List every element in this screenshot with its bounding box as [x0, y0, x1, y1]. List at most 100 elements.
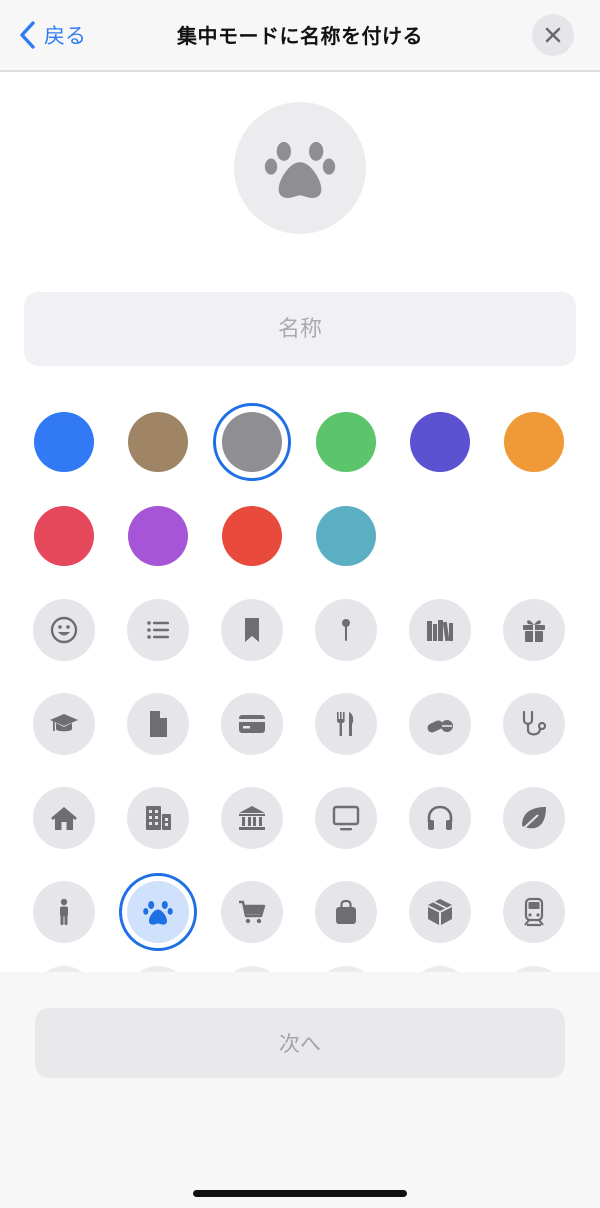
color-swatch-blue[interactable]	[17, 395, 111, 489]
icon-option-headphones[interactable]	[393, 771, 487, 865]
icon-option-stethoscope[interactable]	[487, 677, 581, 771]
icon-option-pills[interactable]	[393, 677, 487, 771]
leaf-icon	[522, 807, 546, 829]
graduation-cap-icon	[50, 714, 78, 732]
icon-background	[409, 693, 471, 755]
icon-option-pin[interactable]	[299, 583, 393, 677]
icon-option-person[interactable]	[17, 865, 111, 959]
icon-background	[315, 787, 377, 849]
document-icon	[150, 711, 167, 737]
icon-option-smiley[interactable]	[17, 583, 111, 677]
color-swatch-red[interactable]	[17, 489, 111, 583]
icon-picker	[17, 583, 583, 959]
icon-option-bag[interactable]	[299, 865, 393, 959]
color-dot	[34, 412, 94, 472]
icon-option-leaf[interactable]	[487, 771, 581, 865]
stethoscope-icon	[522, 710, 547, 736]
icon-option-document[interactable]	[111, 677, 205, 771]
color-dot	[222, 506, 282, 566]
monitor-icon	[332, 805, 360, 831]
books-icon	[427, 620, 453, 642]
icon-background	[33, 693, 95, 755]
person-icon	[60, 898, 68, 925]
icon-background	[503, 599, 565, 661]
color-dot	[410, 412, 470, 472]
icon-option-gift[interactable]	[487, 583, 581, 677]
icon-option-train[interactable]	[487, 865, 581, 959]
icon-option-cart[interactable]	[205, 865, 299, 959]
icon-background	[315, 881, 377, 943]
credit-card-icon	[239, 715, 265, 733]
color-swatch-teal[interactable]	[299, 489, 393, 583]
icon-background	[127, 787, 189, 849]
icon-option-building[interactable]	[111, 771, 205, 865]
icon-option-list[interactable]	[111, 583, 205, 677]
icon-background	[503, 881, 565, 943]
icon-background	[33, 787, 95, 849]
color-dot	[316, 506, 376, 566]
color-dot	[128, 506, 188, 566]
nav-header: 戻る 集中モードに名称を付ける	[0, 0, 600, 72]
paw-icon	[143, 901, 173, 925]
color-dot	[504, 412, 564, 472]
icon-background	[409, 787, 471, 849]
home-indicator	[193, 1190, 407, 1197]
bag-icon	[336, 899, 356, 924]
color-dot	[222, 412, 282, 472]
box-icon	[428, 899, 452, 925]
close-button[interactable]	[532, 14, 574, 56]
icon-option-books[interactable]	[393, 583, 487, 677]
color-swatch-orange[interactable]	[487, 395, 581, 489]
icon-background	[503, 787, 565, 849]
icon-option-house[interactable]	[17, 771, 111, 865]
color-swatch-indigo[interactable]	[393, 395, 487, 489]
color-swatch-vermilion[interactable]	[205, 489, 299, 583]
icon-background	[127, 881, 189, 943]
focus-icon-preview	[234, 102, 366, 234]
train-icon	[524, 897, 544, 927]
bank-icon	[239, 806, 265, 830]
color-dot	[34, 506, 94, 566]
color-swatch-purple[interactable]	[111, 489, 205, 583]
color-dot	[128, 412, 188, 472]
house-icon	[51, 807, 77, 830]
list-icon	[147, 621, 169, 639]
fork-knife-icon	[337, 712, 354, 736]
icon-option-paw[interactable]	[111, 865, 205, 959]
page-title: 集中モードに名称を付ける	[177, 24, 423, 48]
icon-option-fork-knife[interactable]	[299, 677, 393, 771]
icon-background	[409, 599, 471, 661]
next-button[interactable]: 次へ	[35, 1008, 565, 1078]
icon-background	[221, 599, 283, 661]
icon-background	[221, 787, 283, 849]
color-swatch-gray[interactable]	[205, 395, 299, 489]
icon-option-graduation-cap[interactable]	[17, 677, 111, 771]
icon-background	[503, 693, 565, 755]
close-icon	[545, 27, 561, 43]
gift-icon	[523, 620, 545, 642]
icon-option-box[interactable]	[393, 865, 487, 959]
cart-icon	[239, 900, 266, 924]
name-input[interactable]	[24, 292, 576, 366]
icon-background	[315, 599, 377, 661]
icon-option-monitor[interactable]	[299, 771, 393, 865]
icon-background	[221, 693, 283, 755]
color-swatch-green[interactable]	[299, 395, 393, 489]
icon-background	[127, 599, 189, 661]
pills-icon	[427, 720, 453, 733]
icon-option-bank[interactable]	[205, 771, 299, 865]
icon-background	[33, 599, 95, 661]
color-swatch-brown[interactable]	[111, 395, 205, 489]
icon-background	[315, 693, 377, 755]
paw-icon	[264, 141, 336, 198]
smiley-icon	[50, 616, 78, 644]
icon-option-credit-card[interactable]	[205, 677, 299, 771]
icon-option-bookmark[interactable]	[205, 583, 299, 677]
icon-background	[127, 693, 189, 755]
pin-icon	[342, 619, 350, 641]
color-picker	[17, 395, 583, 583]
headphones-icon	[427, 805, 453, 830]
building-icon	[146, 806, 171, 830]
color-dot	[316, 412, 376, 472]
icon-background	[409, 881, 471, 943]
